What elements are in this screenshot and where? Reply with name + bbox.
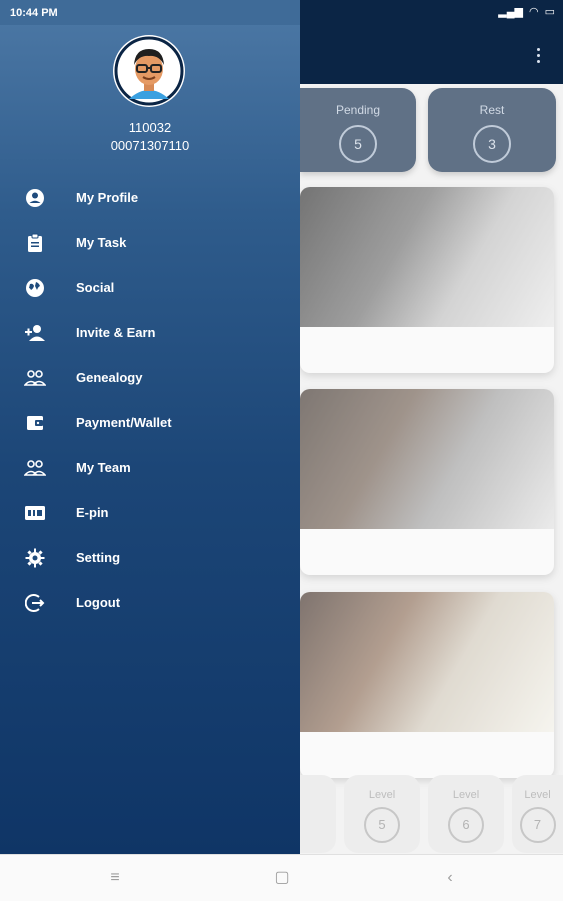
battery-icon: ▭ bbox=[544, 6, 555, 18]
menu-label: Genealogy bbox=[76, 370, 143, 385]
menu-lines-icon[interactable]: ≡ bbox=[106, 869, 124, 887]
pin-card-icon bbox=[24, 502, 46, 524]
menu-item-e-pin[interactable]: E-pin bbox=[0, 490, 300, 535]
menu-label: My Profile bbox=[76, 190, 139, 205]
account-circle-icon bbox=[24, 187, 46, 209]
clipboard-icon bbox=[24, 232, 46, 254]
home-square-icon[interactable]: ▢ bbox=[273, 869, 291, 887]
drawer-menu: My Profile My Task Social Invite & Earn … bbox=[0, 175, 300, 625]
menu-item-payment-wallet[interactable]: Payment/Wallet bbox=[0, 400, 300, 445]
scrim[interactable] bbox=[300, 84, 563, 854]
people-outline-icon bbox=[24, 367, 46, 389]
wallet-icon bbox=[24, 412, 46, 434]
menu-item-social[interactable]: Social bbox=[0, 265, 300, 310]
menu-item-logout[interactable]: Logout bbox=[0, 580, 300, 625]
logout-icon bbox=[24, 592, 46, 614]
menu-label: Setting bbox=[76, 550, 121, 565]
avatar-illustration bbox=[114, 36, 184, 106]
globe-icon bbox=[24, 277, 46, 299]
user-phone: 00071307110 bbox=[110, 138, 190, 153]
menu-label: E-pin bbox=[76, 505, 109, 520]
add-person-icon bbox=[24, 322, 46, 344]
status-icons: ▂▄▆ ◠ ▭ bbox=[498, 5, 555, 18]
wifi-icon: ◠ bbox=[528, 6, 539, 18]
menu-label: Social bbox=[76, 280, 115, 295]
navigation-drawer: 10:44 PM 110032 00071307110 My Profile M… bbox=[0, 0, 300, 854]
back-chevron-icon[interactable]: ‹ bbox=[441, 869, 459, 887]
menu-label: Logout bbox=[76, 595, 121, 610]
signal-icon: ▂▄▆ bbox=[498, 6, 523, 18]
more-options-icon[interactable] bbox=[537, 45, 541, 66]
system-nav-bar: ≡ ▢ ‹ bbox=[0, 854, 563, 901]
menu-label: My Team bbox=[76, 460, 131, 475]
status-bar: 10:44 PM bbox=[0, 0, 300, 25]
menu-label: Payment/Wallet bbox=[76, 415, 172, 430]
menu-label: Invite & Earn bbox=[76, 325, 156, 340]
menu-item-genealogy[interactable]: Genealogy bbox=[0, 355, 300, 400]
status-time: 10:44 PM bbox=[10, 6, 58, 19]
avatar[interactable] bbox=[113, 35, 185, 107]
menu-item-my-task[interactable]: My Task bbox=[0, 220, 300, 265]
gear-icon bbox=[24, 547, 46, 569]
user-id: 110032 bbox=[128, 120, 172, 135]
menu-item-setting[interactable]: Setting bbox=[0, 535, 300, 580]
menu-item-my-team[interactable]: My Team bbox=[0, 445, 300, 490]
menu-label: My Task bbox=[76, 235, 127, 250]
menu-item-invite-earn[interactable]: Invite & Earn bbox=[0, 310, 300, 355]
menu-item-my-profile[interactable]: My Profile bbox=[0, 175, 300, 220]
team-icon bbox=[24, 457, 46, 479]
